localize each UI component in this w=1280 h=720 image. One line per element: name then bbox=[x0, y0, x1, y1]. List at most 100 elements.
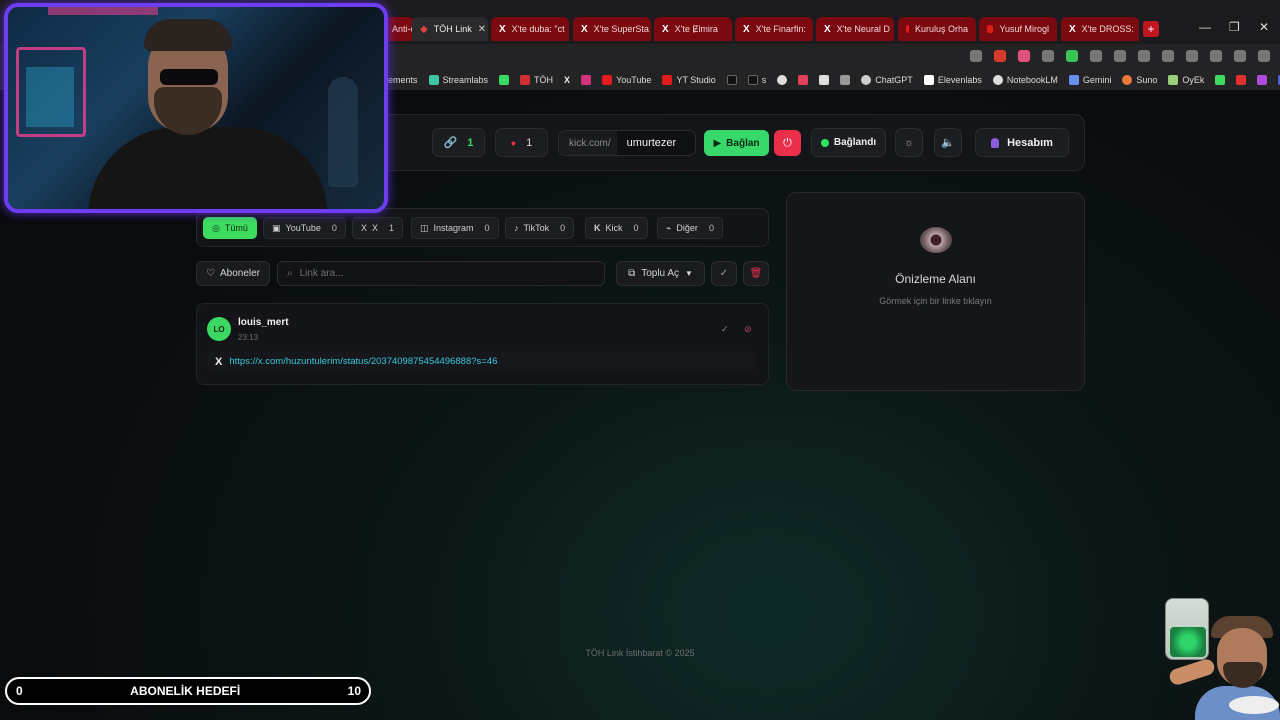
bookmark-streamlabs[interactable]: Streamlabs bbox=[428, 75, 488, 85]
bookmark[interactable] bbox=[840, 75, 851, 85]
tab-x[interactable]: X X 1 bbox=[352, 217, 404, 239]
bookmark-tiktok-s[interactable]: s bbox=[747, 75, 766, 85]
vpn-icon[interactable] bbox=[1234, 50, 1246, 62]
channel-input[interactable] bbox=[616, 137, 695, 149]
bookmark-x[interactable]: X bbox=[564, 75, 570, 85]
browser-tab[interactable]: X X'te Ɇlmira bbox=[654, 17, 732, 41]
extension-icon[interactable] bbox=[1090, 50, 1102, 62]
tab-tiktok[interactable]: ♪ TikTok 0 bbox=[505, 217, 575, 239]
new-tab-button[interactable]: + bbox=[1143, 21, 1159, 37]
browser-tab-active[interactable]: ◆ TÖH Link ✕ bbox=[412, 17, 488, 41]
delete-all-button[interactable]: 🗑 bbox=[743, 261, 769, 286]
sidebar-icon[interactable] bbox=[1162, 50, 1174, 62]
bookmark[interactable] bbox=[798, 75, 809, 85]
bookmark[interactable] bbox=[1215, 75, 1226, 85]
sparkle-icon[interactable] bbox=[1210, 50, 1222, 62]
tab-label: X'te DROSS: bbox=[1081, 24, 1134, 34]
bookmark[interactable] bbox=[777, 75, 788, 85]
extension-icon[interactable] bbox=[1114, 50, 1126, 62]
bookmark-toh[interactable]: TÖH bbox=[520, 75, 553, 85]
browser-tab[interactable]: Kuruluş Orha bbox=[898, 17, 976, 41]
bookmark-label: Elevenlabs bbox=[937, 75, 982, 85]
bookmark-suno[interactable]: Suno bbox=[1122, 75, 1157, 85]
mark-read-button[interactable]: ✓ bbox=[721, 324, 729, 335]
sound-toggle-button[interactable]: 🔈 bbox=[934, 128, 962, 157]
subscribers-button[interactable]: ♡ Aboneler bbox=[196, 261, 270, 286]
extension-icon[interactable] bbox=[1042, 50, 1054, 62]
connect-label: Bağlan bbox=[726, 137, 760, 149]
close-icon[interactable]: ✕ bbox=[478, 24, 486, 35]
extension-toolbar bbox=[970, 50, 1270, 62]
bookmark-elevenlabs[interactable]: Elevenlabs bbox=[923, 75, 982, 85]
brave-shield-icon[interactable] bbox=[994, 50, 1006, 62]
link-search: ⌕ bbox=[277, 261, 605, 286]
bookmark[interactable]: ements bbox=[388, 75, 418, 85]
close-window-icon[interactable]: ✕ bbox=[1259, 20, 1269, 34]
app-icon bbox=[1257, 75, 1268, 85]
browser-tab[interactable]: X X'te SuperSta bbox=[573, 17, 651, 41]
ban-user-button[interactable]: ⊘ bbox=[744, 324, 752, 335]
bookmark-youtube[interactable]: YouTube bbox=[602, 75, 651, 85]
bookmark-tiktok[interactable] bbox=[726, 75, 737, 85]
app-icon bbox=[840, 75, 851, 85]
bookmark-notebooklm[interactable]: NotebookLM bbox=[992, 75, 1058, 85]
eye-icon bbox=[919, 227, 952, 253]
theme-toggle-button[interactable]: ☼ bbox=[895, 128, 923, 157]
rewards-icon[interactable] bbox=[1018, 50, 1030, 62]
minimize-icon[interactable]: — bbox=[1199, 20, 1211, 34]
bookmark-kick[interactable] bbox=[499, 75, 510, 85]
mark-all-read-button[interactable]: ✓ bbox=[711, 261, 737, 286]
tab-other[interactable]: ⌁ Diğer 0 bbox=[657, 217, 723, 239]
tab-all[interactable]: ◎ Tümü bbox=[203, 217, 257, 239]
tab-kick[interactable]: K Kick 0 bbox=[585, 217, 648, 239]
bookmark[interactable] bbox=[819, 75, 830, 85]
subscriber-goal-bar: 0 ABONELİK HEDEFİ 10 bbox=[5, 677, 371, 705]
x-icon: X bbox=[361, 223, 368, 233]
bookmark[interactable] bbox=[1236, 75, 1247, 85]
message-link[interactable]: https://x.com/huzuntulerim/status/203740… bbox=[229, 356, 497, 367]
bookmark-gemini[interactable]: Gemini bbox=[1068, 75, 1111, 85]
browser-tab[interactable]: X X'te DROSS: bbox=[1061, 17, 1139, 41]
x-icon: X bbox=[499, 23, 506, 35]
bookmark-chatgpt[interactable]: ChatGPT bbox=[861, 75, 913, 85]
message-link-row: X https://x.com/huzuntulerim/status/2037… bbox=[207, 351, 756, 372]
tab-instagram[interactable]: ◫ Instagram 0 bbox=[411, 217, 499, 239]
tab-label: Yusuf Mirogl bbox=[999, 24, 1049, 34]
tab-label: Anti-c bbox=[392, 24, 414, 34]
preview-subtitle: Görmek için bir linke tıklayın bbox=[879, 296, 992, 306]
tab-label: X'te Finarfin: bbox=[755, 24, 806, 34]
tab-label: YouTube bbox=[285, 223, 321, 233]
oyek-icon bbox=[1168, 75, 1179, 85]
account-button[interactable]: Hesabım bbox=[975, 128, 1069, 157]
tab-label: Diğer bbox=[676, 223, 698, 233]
browser-tab[interactable]: Yusuf Mirogl bbox=[979, 17, 1057, 41]
bookmark-instagram[interactable] bbox=[581, 75, 592, 85]
bulk-open-dropdown[interactable]: ⧉ Toplu Aç ▼ bbox=[616, 261, 705, 286]
browser-tab[interactable]: X X'te duba: "ct bbox=[491, 17, 569, 41]
channel-field: kick.com/ bbox=[558, 130, 696, 156]
extension-icon[interactable] bbox=[1066, 50, 1078, 62]
neon-light bbox=[48, 7, 158, 15]
goal-end: 10 bbox=[347, 684, 361, 698]
app-icon bbox=[798, 75, 809, 85]
search-input[interactable] bbox=[299, 268, 590, 279]
menu-icon[interactable] bbox=[1258, 50, 1270, 62]
wallet-icon[interactable] bbox=[1186, 50, 1198, 62]
browser-tab[interactable]: X X'te Neural D bbox=[816, 17, 894, 41]
browser-tab[interactable]: Anti-c bbox=[384, 17, 414, 41]
bookmark-oyek[interactable]: OyEk bbox=[1168, 75, 1204, 85]
bookmark-yt-studio[interactable]: YT Studio bbox=[662, 75, 716, 85]
share-icon[interactable] bbox=[970, 50, 982, 62]
check-icon: ✓ bbox=[721, 324, 729, 334]
bookmark-label: OyEk bbox=[1182, 75, 1205, 85]
globe-icon: ◎ bbox=[212, 222, 220, 233]
disconnect-button[interactable]: ⏻ bbox=[774, 130, 801, 156]
tab-youtube[interactable]: ▣ YouTube 0 bbox=[263, 217, 346, 239]
music-icon[interactable] bbox=[1138, 50, 1150, 62]
browser-tab[interactable]: X X'te Finarfin: bbox=[735, 17, 813, 41]
suno-icon bbox=[1122, 75, 1133, 85]
tab-count: 0 bbox=[331, 223, 337, 233]
bookmark[interactable] bbox=[1257, 75, 1268, 85]
connect-button[interactable]: ▶ Bağlan bbox=[704, 130, 769, 156]
maximize-icon[interactable]: ❐ bbox=[1229, 20, 1240, 34]
